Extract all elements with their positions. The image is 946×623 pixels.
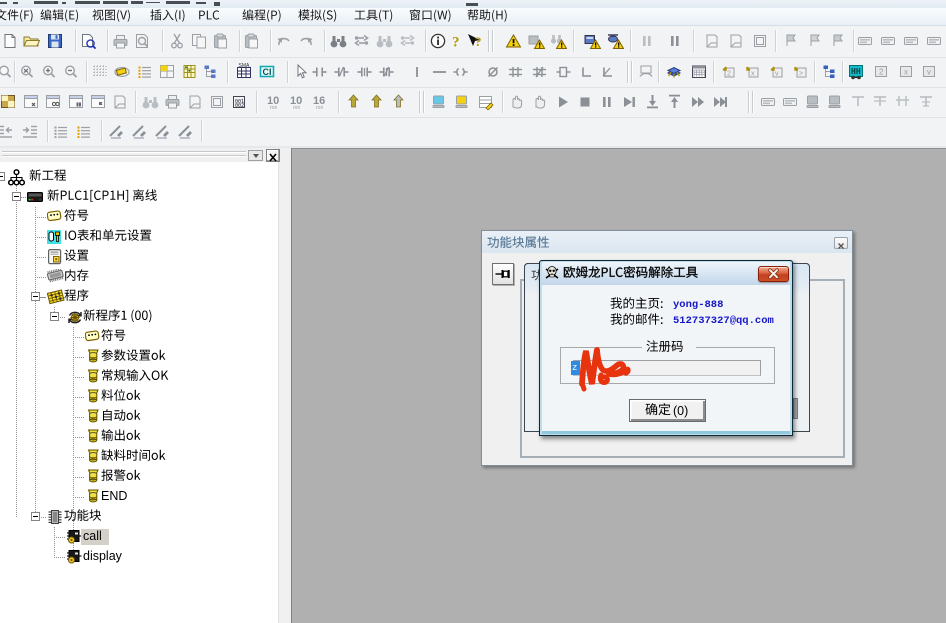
svg-text:ron: ron [316,105,323,110]
svg-text:001002: 001002 [235,99,244,109]
svg-text:ron: ron [293,105,300,110]
svg-text:CI: CI [263,67,272,77]
svg-text:SMA: SMA [239,63,251,69]
svg-text:?: ? [475,34,482,49]
svg-text:HH: HH [851,67,861,76]
svg-text:>: > [799,71,803,78]
svg-text:v: v [775,71,779,78]
svg-text:v: v [927,68,931,77]
svg-text:x: x [751,71,755,78]
svg-text:x: x [904,68,908,77]
svg-text:ron: ron [270,105,277,110]
svg-text:2: 2 [727,71,731,78]
svg-text:?: ? [452,35,460,50]
svg-text:2: 2 [879,68,884,77]
